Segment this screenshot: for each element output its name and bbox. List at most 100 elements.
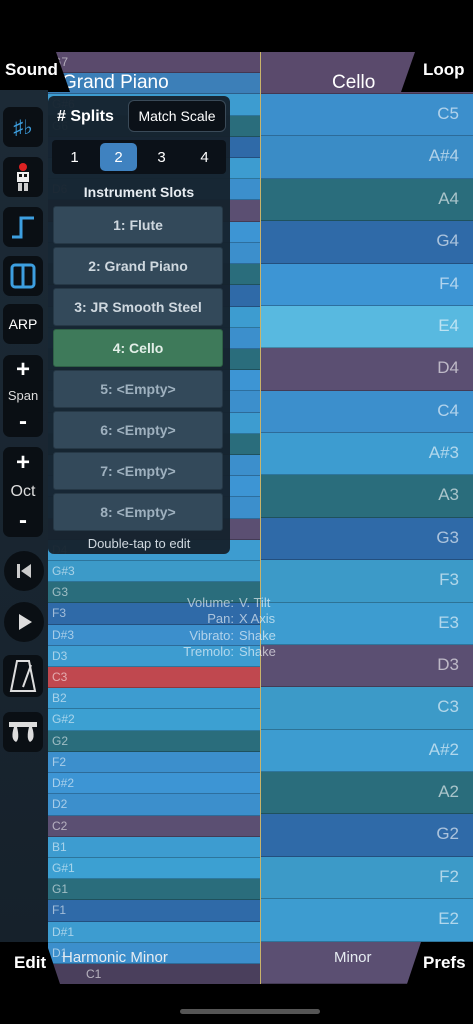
right-key[interactable]: F3 bbox=[261, 560, 473, 603]
left-key-label: G#3 bbox=[52, 564, 75, 579]
left-key[interactable]: G#3 bbox=[48, 561, 260, 583]
instrument-slot-6[interactable]: 6: <Empty> bbox=[53, 411, 223, 449]
left-key[interactable]: C3 bbox=[48, 667, 260, 689]
left-key[interactable]: D#1 bbox=[48, 921, 260, 943]
oct-plus-button[interactable]: + bbox=[16, 451, 30, 475]
left-key[interactable]: G#2 bbox=[48, 709, 260, 731]
left-key[interactable]: D#2 bbox=[48, 773, 260, 795]
right-key[interactable]: E2 bbox=[261, 899, 473, 942]
right-key[interactable]: D3 bbox=[261, 644, 473, 688]
right-key[interactable]: D4 bbox=[261, 348, 473, 391]
right-key[interactable]: A#2 bbox=[261, 729, 473, 773]
left-key-label: G2 bbox=[52, 733, 69, 748]
left-key[interactable]: F1 bbox=[48, 900, 260, 922]
vibrato-value: Shake bbox=[239, 628, 276, 643]
left-key[interactable]: G2 bbox=[48, 730, 260, 752]
left-key[interactable]: F2 bbox=[48, 751, 260, 774]
glide-button[interactable] bbox=[3, 207, 43, 247]
right-key[interactable]: F4 bbox=[261, 263, 473, 306]
sustain-pedal-button[interactable] bbox=[3, 712, 43, 752]
right-instrument-title[interactable]: Cello bbox=[332, 72, 375, 94]
right-key[interactable]: C3 bbox=[261, 687, 473, 730]
instrument-slot-5[interactable]: 5: <Empty> bbox=[53, 370, 223, 408]
top-bar bbox=[0, 0, 473, 52]
right-key-label: A#3 bbox=[428, 443, 459, 463]
right-key[interactable]: A2 bbox=[261, 772, 473, 815]
robot-icon bbox=[17, 163, 29, 191]
right-key-label: A#2 bbox=[428, 739, 459, 759]
instrument-slot-8[interactable]: 8: <Empty> bbox=[53, 493, 223, 531]
right-key-label: C5 bbox=[437, 104, 459, 123]
edit-button[interactable]: Edit bbox=[14, 953, 46, 973]
right-key[interactable]: A4 bbox=[261, 178, 473, 222]
instrument-slot-4[interactable]: 4: Cello bbox=[53, 329, 223, 367]
left-key[interactable]: G7 bbox=[48, 52, 260, 74]
c1-key-label: C1 bbox=[86, 967, 102, 981]
right-key-label: A3 bbox=[438, 485, 459, 505]
split-view-button[interactable] bbox=[3, 256, 43, 296]
right-key[interactable]: C4 bbox=[261, 390, 473, 434]
right-key[interactable]: G3 bbox=[261, 517, 473, 561]
loop-button[interactable]: Loop bbox=[423, 60, 465, 80]
split-option-2[interactable]: 2 bbox=[100, 143, 137, 171]
right-key-label: A2 bbox=[438, 782, 459, 802]
instrument-slot-1[interactable]: 1: Flute bbox=[53, 206, 223, 244]
split-option-3[interactable]: 3 bbox=[143, 143, 180, 171]
left-key-label: D#3 bbox=[52, 627, 75, 642]
left-key[interactable]: B2 bbox=[48, 688, 260, 710]
right-key[interactable]: E3 bbox=[261, 602, 473, 645]
sound-button[interactable]: Sound bbox=[5, 60, 58, 80]
left-instrument-title[interactable]: Grand Piano bbox=[62, 72, 169, 94]
edit-hint: Double-tap to edit bbox=[87, 536, 191, 551]
instrument-slot-3[interactable]: 3: JR Smooth Steel bbox=[53, 288, 223, 326]
c1-key[interactable]: C1 bbox=[48, 964, 260, 984]
prefs-button[interactable]: Prefs bbox=[423, 953, 466, 973]
left-key-label: F2 bbox=[52, 754, 67, 769]
right-key-label: F3 bbox=[439, 570, 459, 590]
instrument-slot-7[interactable]: 7: <Empty> bbox=[53, 452, 223, 490]
left-key[interactable]: B1 bbox=[48, 836, 260, 858]
volume-label: Volume: bbox=[187, 595, 234, 610]
left-key[interactable]: C2 bbox=[48, 815, 260, 837]
right-key-label: D4 bbox=[437, 358, 459, 378]
right-key[interactable]: F2 bbox=[261, 856, 473, 900]
instrument-slot-2[interactable]: 2: Grand Piano bbox=[53, 247, 223, 285]
right-split-keyboard[interactable]: C5 A#4 A4 G4 F4 E4 D4 C4 A#3 A3 G3 F3 E3 D3 C3 A#2 A2 G2 F… bbox=[261, 52, 473, 984]
split-option-4[interactable]: 4 bbox=[186, 143, 223, 171]
match-scale-button[interactable]: Match Scale bbox=[128, 100, 226, 132]
splits-panel: # Splits Match Scale 1 2 3 4 Instrument … bbox=[48, 96, 230, 554]
right-key[interactable]: E4 bbox=[261, 305, 473, 349]
play-button[interactable] bbox=[4, 602, 44, 642]
rewind-button[interactable] bbox=[4, 551, 44, 591]
record-button[interactable] bbox=[3, 157, 43, 197]
arp-button[interactable]: ARP bbox=[3, 304, 43, 344]
left-key[interactable]: G#1 bbox=[48, 857, 260, 880]
right-key[interactable]: A3 bbox=[261, 475, 473, 518]
split-option-1[interactable]: 1 bbox=[56, 143, 93, 171]
right-key[interactable]: A#4 bbox=[261, 136, 473, 179]
home-indicator bbox=[180, 1009, 320, 1014]
right-key[interactable]: G2 bbox=[261, 814, 473, 857]
left-key[interactable]: D2 bbox=[48, 794, 260, 816]
left-scale-label[interactable]: Harmonic Minor bbox=[62, 949, 168, 966]
right-key-label: E2 bbox=[438, 909, 459, 929]
span-plus-button[interactable]: + bbox=[16, 358, 30, 382]
left-key-label: B2 bbox=[52, 691, 67, 706]
right-key[interactable]: G4 bbox=[261, 221, 473, 264]
left-key-label: F1 bbox=[52, 903, 67, 918]
right-key[interactable]: A#3 bbox=[261, 433, 473, 476]
right-key-label: C3 bbox=[437, 697, 459, 717]
right-key-label: D3 bbox=[437, 654, 459, 674]
right-key[interactable]: C5 bbox=[261, 94, 473, 137]
oct-minus-button[interactable]: - bbox=[19, 509, 27, 533]
right-scale-label[interactable]: Minor bbox=[334, 949, 372, 966]
left-key-label: D3 bbox=[52, 648, 68, 663]
span-minus-button[interactable]: - bbox=[19, 409, 27, 434]
span-label: Span bbox=[7, 388, 39, 404]
arp-label: ARP bbox=[8, 316, 38, 332]
metronome-button[interactable] bbox=[3, 655, 43, 697]
split-divider[interactable] bbox=[260, 52, 261, 984]
right-key-label: G2 bbox=[436, 824, 459, 844]
left-key[interactable]: G1 bbox=[48, 879, 260, 901]
sharp-flat-button[interactable]: ♯♭ bbox=[3, 107, 43, 147]
